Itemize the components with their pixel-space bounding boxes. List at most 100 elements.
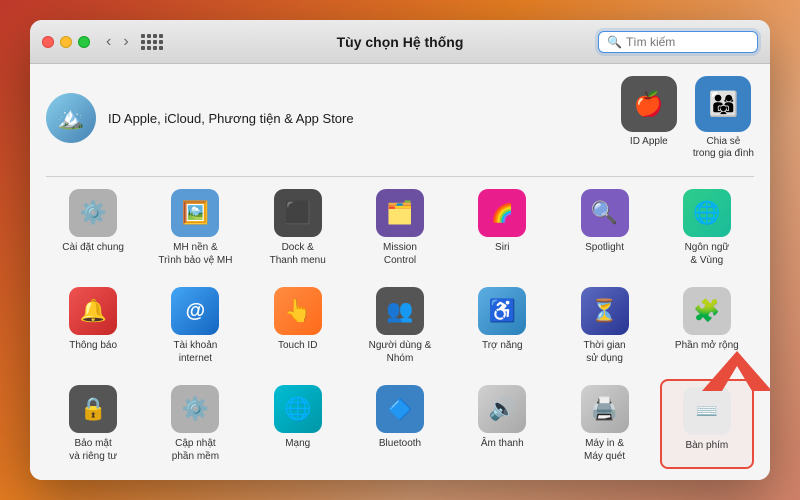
forward-button[interactable]: › <box>119 31 132 53</box>
dock-item[interactable]: ⬛ Dock &Thanh menu <box>251 183 345 273</box>
ban-phim-label: Bàn phím <box>685 439 728 452</box>
bao-mat-label: Bảo mậtvà riêng tư <box>69 437 117 463</box>
ngay-gio-item[interactable]: 📅 Ngày & Giờ <box>557 477 651 480</box>
maximize-button[interactable] <box>78 36 90 48</box>
avatar[interactable]: 🏔️ <box>46 93 96 143</box>
chia-se-icon: 👨‍👩‍👧 <box>695 76 751 132</box>
am-thanh-item[interactable]: 🔊 Âm thanh <box>455 379 549 469</box>
id-apple-item[interactable]: 🍎 ID Apple <box>621 76 677 148</box>
ngon-ngu-item[interactable]: 🌐 Ngôn ngữ& Vùng <box>660 183 754 273</box>
id-apple-label: ID Apple <box>630 136 668 148</box>
pin-item[interactable]: 🔋 Pin <box>455 477 549 480</box>
cap-nhat-label: Cập nhậtphần mềm <box>172 437 219 463</box>
divider-1 <box>46 176 754 177</box>
touch-id-icon: 👆 <box>274 287 322 335</box>
ngon-ngu-label: Ngôn ngữ& Vùng <box>685 241 730 267</box>
ban-phim-item[interactable]: ⌨️ Bàn phím <box>660 379 754 469</box>
profile-row: 🏔️ ID Apple, iCloud, Phương tiện & App S… <box>46 76 754 160</box>
window-title: Tùy chọn Hệ thống <box>337 34 464 50</box>
tro-nang-item[interactable]: ♿ Trợ năng <box>455 281 549 371</box>
content-area: 🏔️ ID Apple, iCloud, Phương tiện & App S… <box>30 64 770 480</box>
nguoi-dung-icon: 👥 <box>376 287 424 335</box>
tai-khoan-item[interactable]: @ Tài khoảninternet <box>148 281 242 371</box>
mh-nen-item[interactable]: 🖼️ MH nền &Trình bảo vệ MH <box>148 183 242 273</box>
thong-bao-label: Thông báo <box>69 339 117 352</box>
chia-se-label: Chia sẻtrong gia đình <box>693 136 754 160</box>
mang-label: Mạng <box>285 437 310 450</box>
row-1b: 🔔 Thông báo @ Tài khoảninternet 👆 Touch … <box>46 281 754 371</box>
thong-bao-item[interactable]: 🔔 Thông báo <box>46 281 140 371</box>
profile-description[interactable]: ID Apple, iCloud, Phương tiện & App Stor… <box>108 111 354 126</box>
nguoi-dung-label: Người dùng &Nhóm <box>369 339 432 365</box>
search-box[interactable]: 🔍 <box>598 31 758 53</box>
touch-id-label: Touch ID <box>278 339 317 352</box>
traffic-lights <box>42 36 90 48</box>
minimize-button[interactable] <box>60 36 72 48</box>
tai-khoan-icon: @ <box>171 287 219 335</box>
sidecar-item[interactable]: 📱 Sidecar <box>353 477 447 480</box>
siri-icon: 🌈 <box>478 189 526 237</box>
ban-di-chuot-item[interactable]: 🖱️ Bàn di chuột <box>46 477 140 480</box>
tro-nang-label: Trợ năng <box>482 339 523 352</box>
spotlight-icon: 🔍 <box>581 189 629 237</box>
mh-nen-icon: 🖼️ <box>171 189 219 237</box>
grid-icon <box>141 34 163 50</box>
mission-control-icon: 🗂️ <box>376 189 424 237</box>
system-preferences-window: ‹ › Tùy chọn Hệ thống 🔍 🏔️ ID Apple, iCl… <box>30 20 770 480</box>
siri-label: Siri <box>495 241 509 254</box>
tai-khoan-label: Tài khoảninternet <box>173 339 217 365</box>
spotlight-label: Spotlight <box>585 241 624 254</box>
phan-mo-rong-item[interactable]: 🧩 Phần mở rộng <box>660 281 754 371</box>
thoi-gian-item[interactable]: ⏳ Thời giansử dụng <box>557 281 651 371</box>
touch-id-item[interactable]: 👆 Touch ID <box>251 281 345 371</box>
may-in-item[interactable]: 🖨️ Máy in &Máy quét <box>557 379 651 469</box>
phan-mo-rong-label: Phần mở rộng <box>675 339 739 352</box>
bao-mat-item[interactable]: 🔒 Bảo mậtvà riêng tư <box>46 379 140 469</box>
thoi-gian-label: Thời giansử dụng <box>583 339 625 365</box>
man-hinh-item[interactable]: 🖥️ Màn hình <box>251 477 345 480</box>
close-button[interactable] <box>42 36 54 48</box>
back-button[interactable]: ‹ <box>102 31 115 53</box>
nguoi-dung-item[interactable]: 👥 Người dùng &Nhóm <box>353 281 447 371</box>
thoi-gian-icon: ⏳ <box>581 287 629 335</box>
row-4: 🖱️ Bàn di chuột 🖱️ Chuột 🖥️ Màn hình 📱 S… <box>46 477 754 480</box>
thong-bao-icon: 🔔 <box>69 287 117 335</box>
profile-icons: 🍎 ID Apple 👨‍👩‍👧 Chia sẻtrong gia đình <box>621 76 754 160</box>
ban-phim-icon: ⌨️ <box>683 387 731 435</box>
tro-nang-icon: ♿ <box>478 287 526 335</box>
cap-nhat-icon: ⚙️ <box>171 385 219 433</box>
bluetooth-label: Bluetooth <box>379 437 421 450</box>
dock-icon: ⬛ <box>274 189 322 237</box>
ngon-ngu-icon: 🌐 <box>683 189 731 237</box>
chia-se-item[interactable]: 👨‍👩‍👧 Chia sẻtrong gia đình <box>693 76 754 160</box>
mang-item[interactable]: 🌐 Mạng <box>251 379 345 469</box>
row-1: ⚙️ Cài đặt chung 🖼️ MH nền &Trình bảo vệ… <box>46 183 754 273</box>
cai-dat-chung-icon: ⚙️ <box>69 189 117 237</box>
bluetooth-icon: 🔷 <box>376 385 424 433</box>
mission-control-label: MissionControl <box>383 241 417 267</box>
mh-nen-label: MH nền &Trình bảo vệ MH <box>158 241 232 267</box>
titlebar: ‹ › Tùy chọn Hệ thống 🔍 <box>30 20 770 64</box>
am-thanh-icon: 🔊 <box>478 385 526 433</box>
dock-label: Dock &Thanh menu <box>270 241 326 267</box>
am-thanh-label: Âm thanh <box>481 437 524 450</box>
may-in-label: Máy in &Máy quét <box>584 437 625 463</box>
phan-mo-rong-icon: 🧩 <box>683 287 731 335</box>
search-input[interactable] <box>626 35 756 49</box>
bao-mat-icon: 🔒 <box>69 385 117 433</box>
mission-control-item[interactable]: 🗂️ MissionControl <box>353 183 447 273</box>
bluetooth-item[interactable]: 🔷 Bluetooth <box>353 379 447 469</box>
id-apple-icon: 🍎 <box>621 76 677 132</box>
siri-item[interactable]: 🌈 Siri <box>455 183 549 273</box>
search-icon: 🔍 <box>607 35 622 49</box>
cap-nhat-item[interactable]: ⚙️ Cập nhậtphần mềm <box>148 379 242 469</box>
spotlight-item[interactable]: 🔍 Spotlight <box>557 183 651 273</box>
nav-buttons: ‹ › <box>102 31 133 53</box>
row-3: 🔒 Bảo mậtvà riêng tư ⚙️ Cập nhậtphần mềm… <box>46 379 754 469</box>
mang-icon: 🌐 <box>274 385 322 433</box>
grid-view-button[interactable] <box>141 34 163 50</box>
chia-se2-item[interactable]: 📁 Chia sẻ <box>660 477 754 480</box>
chuot-item[interactable]: 🖱️ Chuột <box>148 477 242 480</box>
cai-dat-chung-label: Cài đặt chung <box>62 241 124 254</box>
cai-dat-chung-item[interactable]: ⚙️ Cài đặt chung <box>46 183 140 273</box>
